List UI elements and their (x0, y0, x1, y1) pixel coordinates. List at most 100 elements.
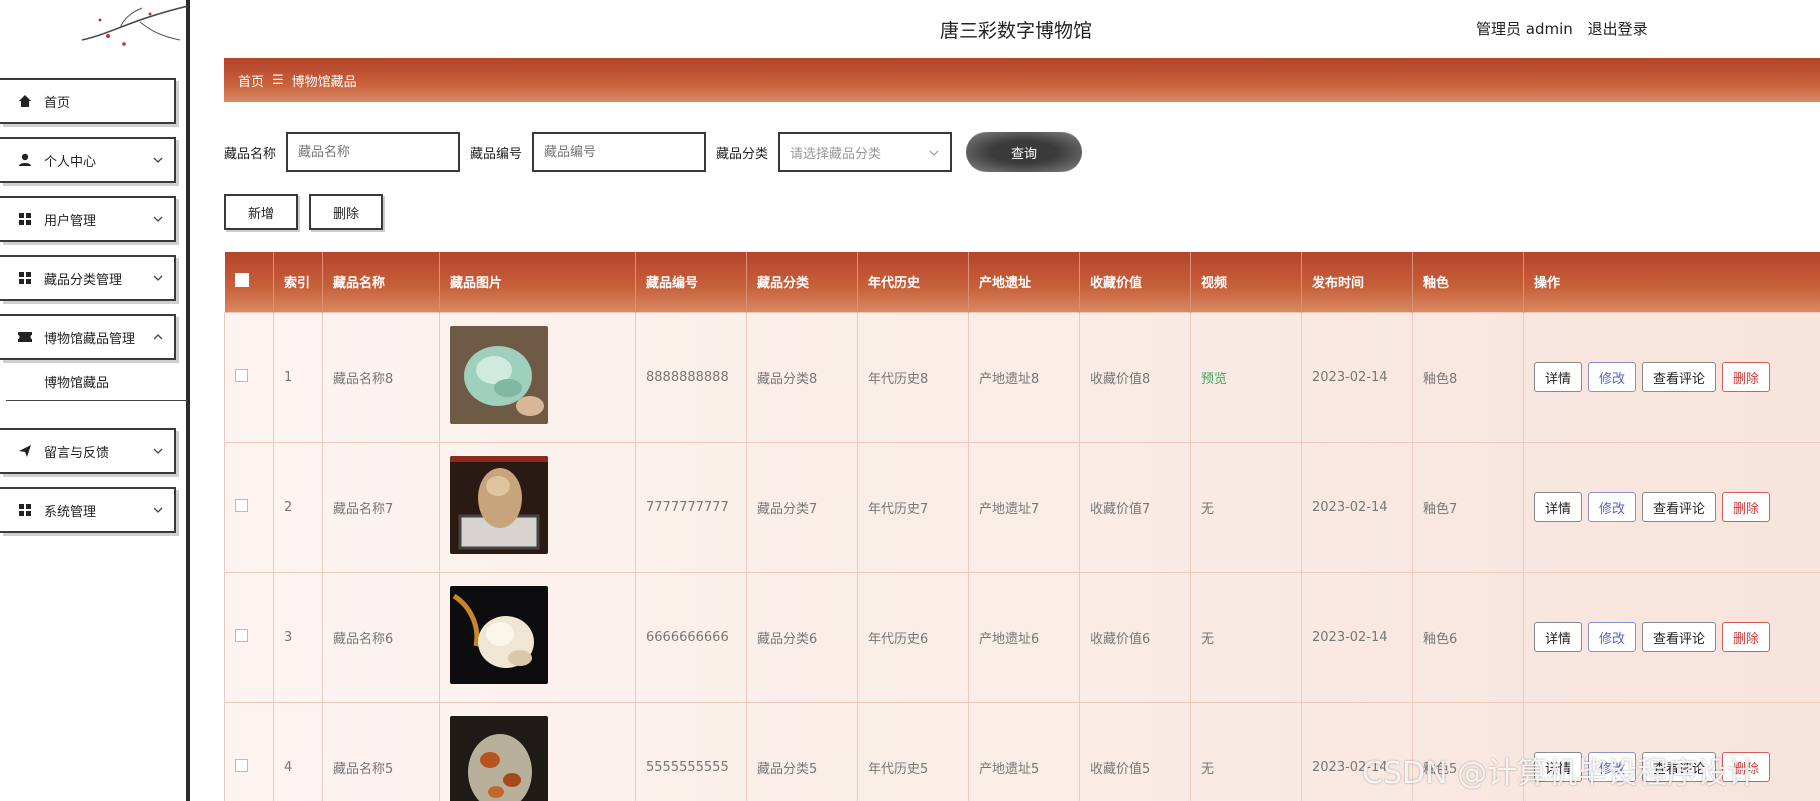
row-checkbox[interactable] (235, 368, 248, 382)
plum-branch-decoration (81, 5, 189, 46)
table-header-row: 索引 藏品名称 藏品图片 藏品编号 藏品分类 年代历史 产地遗址 收藏价值 视频… (224, 252, 1820, 312)
col-header: 藏品分类 (746, 252, 858, 312)
index-cell: 4 (273, 701, 323, 801)
sidebar-item-category-management[interactable]: 藏品分类管理 (0, 255, 176, 301)
category-cell: 藏品分类6 (746, 571, 858, 703)
sidebar-item-label: 博物馆藏品管理 (44, 331, 136, 347)
sidebar-item-collection-management[interactable]: 博物馆藏品管理 (0, 314, 176, 360)
detail-button[interactable]: 详情 (1534, 622, 1583, 652)
logout-link[interactable]: 退出登录 (1588, 20, 1648, 38)
view-comments-button[interactable]: 查看评论 (1642, 362, 1717, 392)
chevron-down-icon (153, 448, 163, 454)
name-cell: 藏品名称8 (322, 311, 440, 443)
col-header: 釉色 (1412, 252, 1524, 312)
row-checkbox[interactable] (235, 758, 248, 772)
name-label: 藏品名称 (224, 146, 277, 162)
query-button[interactable]: 查询 (966, 132, 1083, 172)
search-bar: 藏品名称 藏品编号 藏品分类 请选择藏品分类 查询 (224, 132, 1083, 172)
col-header: 发布时间 (1301, 252, 1413, 312)
view-comments-button[interactable]: 查看评论 (1642, 492, 1717, 522)
view-comments-button[interactable]: 查看评论 (1642, 622, 1717, 652)
submenu-divider (6, 400, 188, 401)
batch-delete-button[interactable]: 删除 (309, 194, 383, 230)
select-all-checkbox[interactable] (234, 272, 249, 287)
select-all-header (224, 252, 274, 312)
row-checkbox[interactable] (235, 628, 248, 642)
speckled-stone-thumbnail[interactable] (450, 716, 548, 801)
sidebar-item-feedback[interactable]: 留言与反馈 (0, 428, 176, 474)
image-cell (439, 311, 636, 443)
sidebar-item-label: 首页 (44, 95, 71, 111)
jade-artifact-thumbnail[interactable] (450, 326, 548, 424)
white-jade-thumbnail[interactable] (450, 586, 548, 684)
video-cell: 无 (1190, 571, 1302, 703)
grid-icon (16, 501, 34, 519)
era-cell: 年代历史6 (857, 571, 969, 703)
row-checkbox[interactable] (235, 498, 248, 512)
grid-icon (16, 210, 34, 228)
sidebar-item-personal-center[interactable]: 个人中心 (0, 137, 176, 183)
chevron-down-icon (153, 275, 163, 281)
origin-cell: 产地遗址8 (968, 311, 1080, 443)
sidebar-item-system-management[interactable]: 系统管理 (0, 487, 176, 533)
table-row: 3 藏品名称6 6666666666 藏品分类6 年代历史6 产地遗址6 收藏价… (224, 571, 1820, 703)
delete-button[interactable]: 删除 (1722, 492, 1771, 522)
glaze-cell: 釉色8 (1412, 311, 1524, 443)
sidebar-item-home[interactable]: 首页 (0, 78, 176, 124)
send-icon (16, 442, 34, 460)
code-cell: 7777777777 (635, 441, 747, 573)
breadcrumb-home[interactable]: 首页 (238, 71, 264, 90)
origin-cell: 产地遗址7 (968, 441, 1080, 573)
value-cell: 收藏价值7 (1079, 441, 1191, 573)
ops-cell: 详情 修改 查看评论 删除 (1523, 571, 1820, 703)
col-header: 藏品图片 (439, 252, 636, 312)
sidebar-item-label: 系统管理 (44, 504, 97, 520)
category-cell: 藏品分类5 (746, 701, 858, 801)
add-button[interactable]: 新增 (224, 194, 298, 230)
chevron-down-icon (929, 150, 939, 156)
index-cell: 3 (273, 571, 323, 703)
row-select-cell (224, 571, 274, 703)
chevron-down-icon (153, 157, 163, 163)
era-cell: 年代历史8 (857, 311, 969, 443)
video-cell: 无 (1190, 701, 1302, 801)
edit-button[interactable]: 修改 (1588, 362, 1637, 392)
edit-button[interactable]: 修改 (1588, 492, 1637, 522)
name-cell: 藏品名称5 (322, 701, 440, 801)
date-cell: 2023-02-14 (1301, 571, 1413, 703)
row-select-cell (224, 441, 274, 573)
sidebar-item-user-management[interactable]: 用户管理 (0, 196, 176, 242)
breadcrumb-current: 博物馆藏品 (291, 74, 357, 90)
row-select-cell (224, 311, 274, 443)
sidebar-item-label: 留言与反馈 (44, 445, 110, 461)
chevron-down-icon (153, 216, 163, 222)
col-header: 藏品编号 (635, 252, 747, 312)
category-select[interactable]: 请选择藏品分类 (778, 132, 953, 172)
era-cell: 年代历史7 (857, 441, 969, 573)
detail-button[interactable]: 详情 (1534, 362, 1583, 392)
glaze-cell: 釉色7 (1412, 441, 1524, 573)
date-cell: 2023-02-14 (1301, 441, 1413, 573)
delete-button[interactable]: 删除 (1722, 362, 1771, 392)
value-cell: 收藏价值6 (1079, 571, 1191, 703)
table-row: 2 藏品名称7 7777777777 藏品分类7 年代历史7 产地遗址7 收藏价… (224, 441, 1820, 573)
sidebar-subitem-collections[interactable]: 博物馆藏品 (44, 372, 109, 391)
video-preview-link[interactable]: 预览 (1201, 372, 1227, 387)
user-area: 管理员 admin 退出登录 (1476, 18, 1658, 39)
col-header: 操作 (1523, 252, 1820, 312)
chevron-up-icon (153, 334, 163, 340)
code-cell: 6666666666 (635, 571, 747, 703)
grid-icon (16, 269, 34, 287)
sidebar-item-label: 藏品分类管理 (44, 272, 123, 288)
category-label: 藏品分类 (716, 146, 769, 162)
detail-button[interactable]: 详情 (1534, 492, 1583, 522)
carved-artifact-thumbnail[interactable] (450, 456, 548, 554)
name-search-input[interactable] (286, 132, 461, 172)
collections-table: 索引 藏品名称 藏品图片 藏品编号 藏品分类 年代历史 产地遗址 收藏价值 视频… (224, 252, 1820, 801)
ops-cell: 详情 修改 查看评论 删除 (1523, 441, 1820, 573)
edit-button[interactable]: 修改 (1588, 622, 1637, 652)
delete-button[interactable]: 删除 (1722, 622, 1771, 652)
image-cell (439, 571, 636, 703)
code-search-input[interactable] (532, 132, 707, 172)
home-icon (16, 92, 34, 110)
